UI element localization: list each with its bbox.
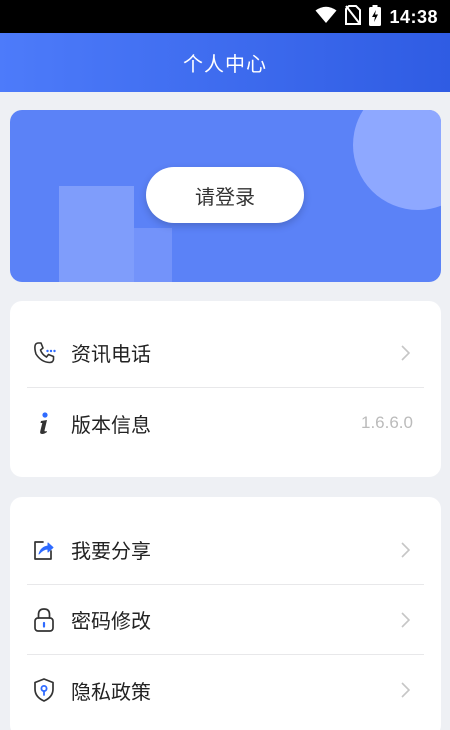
menu-item-version: 版本信息 1.6.6.0 bbox=[27, 388, 424, 458]
decorative-block-small bbox=[134, 228, 172, 282]
menu-item-change-password[interactable]: 密码修改 bbox=[27, 585, 424, 655]
version-value-wrap: 1.6.6.0 bbox=[361, 388, 413, 458]
chevron-right-icon bbox=[400, 318, 410, 388]
phone-icon bbox=[29, 338, 59, 368]
status-bar: 14:38 bbox=[0, 0, 450, 33]
version-value: 1.6.6.0 bbox=[361, 413, 413, 432]
profile-banner: 请登录 bbox=[10, 110, 441, 282]
wifi-icon bbox=[315, 6, 337, 28]
menu-item-share[interactable]: 我要分享 bbox=[27, 515, 424, 585]
page-title: 个人中心 bbox=[183, 52, 267, 76]
login-button[interactable]: 请登录 bbox=[146, 167, 304, 223]
menu-item-label: 版本信息 bbox=[71, 412, 151, 437]
chevron-right-icon bbox=[400, 515, 410, 585]
menu-item-privacy-policy[interactable]: 隐私政策 bbox=[27, 655, 424, 725]
shield-icon bbox=[29, 675, 59, 705]
menu-item-label: 我要分享 bbox=[71, 539, 151, 563]
lock-icon bbox=[29, 605, 59, 635]
menu-item-label: 隐私政策 bbox=[71, 679, 151, 704]
menu-item-label: 资讯电话 bbox=[71, 342, 151, 366]
battery-charging-icon bbox=[369, 4, 382, 30]
chevron-right-icon bbox=[400, 655, 410, 725]
decorative-block bbox=[59, 186, 134, 282]
settings-menu-card: 我要分享 密码修改 隐私政策 bbox=[10, 497, 441, 730]
chevron-right-icon bbox=[400, 585, 410, 655]
menu-item-label: 密码修改 bbox=[71, 609, 151, 633]
share-icon bbox=[29, 535, 59, 565]
decorative-circle bbox=[353, 110, 441, 210]
info-icon bbox=[29, 408, 59, 438]
status-time: 14:38 bbox=[389, 6, 438, 27]
status-icons: 14:38 bbox=[315, 4, 438, 30]
menu-item-hotline[interactable]: 资讯电话 bbox=[27, 318, 424, 388]
no-sim-icon bbox=[345, 5, 362, 29]
header-bar: 个人中心 bbox=[0, 33, 450, 92]
info-menu-card: 资讯电话 版本信息 1.6.6.0 bbox=[10, 301, 441, 477]
